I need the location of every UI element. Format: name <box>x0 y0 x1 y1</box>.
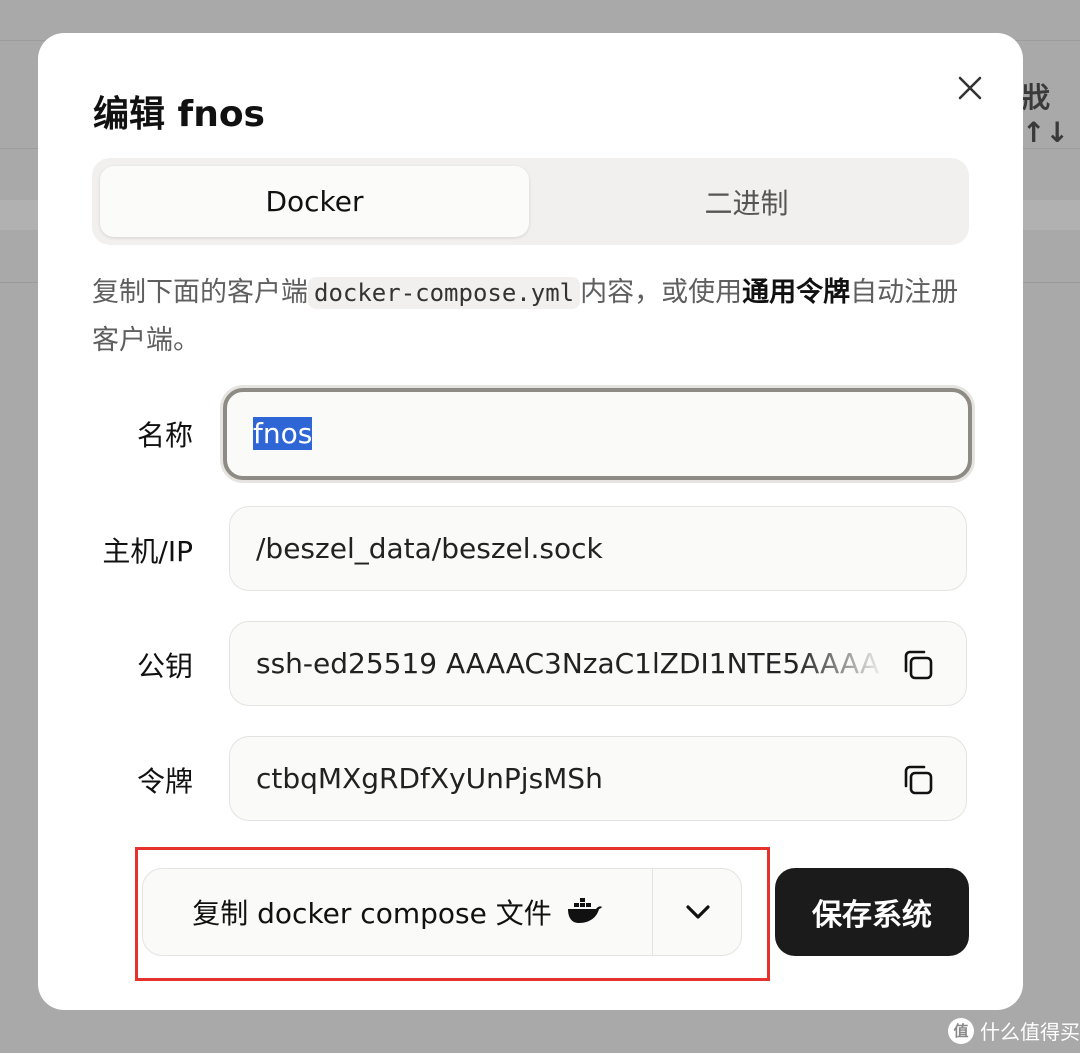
public-key-label: 公钥 <box>136 650 193 683</box>
public-key-field[interactable]: ssh-ed25519 AAAAC3NzaC1lZDI1NTE5AAAA <box>229 621 967 706</box>
edit-system-dialog: 编辑 fnos Docker 二进制 复制下面的客户端 docker-compos… <box>38 33 1023 1010</box>
universal-token-link[interactable]: 通用令牌 <box>742 277 850 308</box>
copy-compose-label: 复制 docker compose 文件 <box>192 897 552 930</box>
instructions-part: 内容，或使用 <box>580 277 743 308</box>
watermark-text: 什么值得买 <box>980 1020 1080 1044</box>
token-field[interactable]: ctbqMXgRDfXyUnPjsMSh <box>229 736 967 821</box>
instructions-part: 复制下面的客户端 <box>92 277 308 308</box>
install-method-tabs: Docker 二进制 <box>92 158 969 245</box>
watermark: 值 什么值得买 <box>948 1016 1080 1045</box>
name-field[interactable]: fnos <box>223 388 972 480</box>
copy-icon <box>904 650 933 680</box>
copy-icon <box>904 765 933 795</box>
copy-compose-split-button: 复制 docker compose 文件 <box>142 868 742 956</box>
text-fade <box>796 632 886 697</box>
copy-public-key-button[interactable] <box>900 647 936 683</box>
host-label: 主机/IP <box>102 535 193 568</box>
token-input[interactable]: ctbqMXgRDfXyUnPjsMSh <box>256 737 876 820</box>
background-sort-control: 戕 ↑↓ <box>1022 81 1069 149</box>
docker-icon <box>567 898 602 923</box>
watermark-badge: 值 <box>948 1017 974 1044</box>
save-system-button[interactable]: 保存系统 <box>775 868 969 956</box>
compose-filename-code: docker-compose.yml <box>308 277 581 309</box>
host-input[interactable]: /beszel_data/beszel.sock <box>256 507 946 590</box>
chevron-down-icon <box>685 905 710 919</box>
close-button[interactable] <box>953 71 987 105</box>
name-input[interactable]: fnos <box>253 392 313 476</box>
public-key-input[interactable]: ssh-ed25519 AAAAC3NzaC1lZDI1NTE5AAAA <box>256 622 886 705</box>
host-field[interactable]: /beszel_data/beszel.sock <box>229 506 967 591</box>
tab-binary[interactable]: 二进制 <box>532 166 961 237</box>
copy-docker-compose-button[interactable]: 复制 docker compose 文件 <box>143 869 653 955</box>
instructions-text: 复制下面的客户端 docker-compose.yml 内容，或使用通用令牌自动注册… <box>92 269 962 365</box>
copy-options-dropdown-button[interactable] <box>653 869 742 955</box>
dialog-title: 编辑 fnos <box>93 94 265 135</box>
copy-token-button[interactable] <box>900 762 936 798</box>
token-label: 令牌 <box>136 765 193 798</box>
tab-docker[interactable]: Docker <box>100 166 529 237</box>
name-label: 名称 <box>136 419 193 452</box>
close-icon <box>958 76 982 100</box>
name-input-selected-text: fnos <box>253 417 313 450</box>
